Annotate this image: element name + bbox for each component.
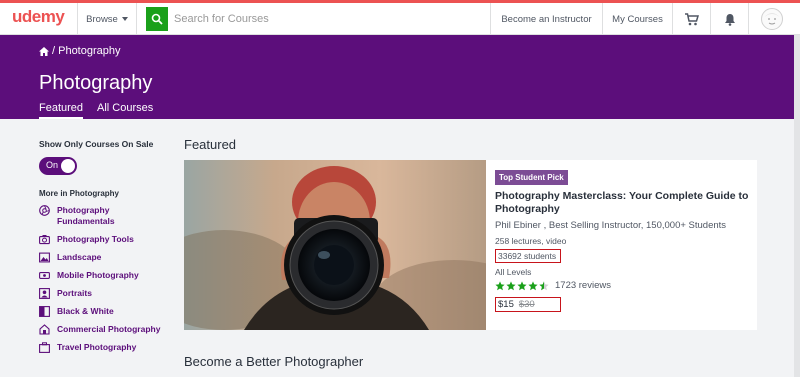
become-instructor-link[interactable]: Become an Instructor — [490, 3, 602, 35]
browse-label: Browse — [86, 13, 118, 25]
course-rating: 1723 reviews — [495, 280, 750, 291]
sidebar-item-label: Mobile Photography — [57, 270, 139, 280]
my-courses-label: My Courses — [612, 13, 663, 25]
sidebar-item-label: Landscape — [57, 252, 102, 262]
course-thumbnail[interactable] — [184, 160, 486, 330]
star-icon — [495, 280, 505, 290]
sidebar-item-label: Photography Fundamentals — [57, 205, 115, 226]
course-info: Top Student Pick Photography Masterclass… — [495, 167, 750, 312]
sidebar-item-mobile-photography[interactable]: Mobile Photography — [39, 270, 169, 281]
sidebar-item-portraits[interactable]: Portraits — [39, 288, 169, 299]
course-meta: 258 lectures, video — [495, 236, 567, 246]
course-title[interactable]: Photography Masterclass: Your Complete G… — [495, 190, 750, 216]
search-input[interactable] — [168, 7, 488, 31]
original-price: $30 — [518, 299, 535, 310]
review-count: 1723 reviews — [555, 280, 611, 291]
course-level: All Levels — [495, 267, 532, 277]
top-pick-badge: Top Student Pick — [495, 170, 568, 185]
top-nav-bar: udemy Browse Become an Instructor My Cou… — [0, 0, 800, 35]
half-star-icon — [539, 280, 549, 290]
sidebar-item-travel-photography[interactable]: Travel Photography — [39, 342, 169, 353]
page-scrollbar[interactable] — [794, 35, 800, 377]
travel-icon — [39, 342, 50, 353]
chevron-down-icon — [121, 17, 128, 21]
portrait-icon — [39, 288, 50, 299]
sidebar-item-photography-tools[interactable]: Photography Tools — [39, 234, 169, 245]
featured-heading: Featured — [184, 137, 237, 152]
star-icon — [506, 280, 516, 290]
sidebar: Show Only Courses On Sale On More in Pho… — [39, 139, 169, 353]
star-icon — [517, 280, 527, 290]
user-avatar-button[interactable] — [748, 3, 794, 35]
sidebar-item-label: Portraits — [57, 288, 92, 298]
section-heading: Become a Better Photographer — [184, 354, 364, 369]
avatar-icon — [760, 8, 783, 30]
mobile-icon — [39, 272, 50, 279]
course-instructor: Phil Ebiner , Best Selling Instructor, 1… — [495, 220, 727, 231]
search-button[interactable] — [146, 7, 168, 31]
sidebar-item-black-white[interactable]: Black & White — [39, 306, 169, 317]
cart-button[interactable] — [672, 3, 710, 35]
toggle-knob — [61, 159, 75, 173]
rating-stars — [495, 280, 549, 291]
sidebar-item-label: Photography Tools — [57, 234, 134, 244]
price-box: $15 $30 — [495, 297, 561, 312]
current-price: $15 — [498, 299, 514, 310]
commercial-icon — [39, 324, 50, 335]
udemy-logo[interactable]: udemy — [12, 7, 65, 27]
student-count: 33692 students — [495, 249, 561, 263]
featured-course-card[interactable]: Top Student Pick Photography Masterclass… — [184, 160, 757, 330]
sidebar-item-label: Travel Photography — [57, 342, 137, 352]
toggle-label: On — [46, 160, 59, 170]
sidebar-item-label: Black & White — [57, 306, 114, 316]
category-hero: / Photography Photography Featured All C… — [0, 35, 800, 119]
star-icon — [528, 280, 538, 290]
photographer-image — [184, 160, 486, 330]
landscape-icon — [39, 252, 50, 263]
cart-icon — [684, 12, 699, 25]
subcategory-title: More in Photography — [39, 189, 119, 198]
home-icon[interactable] — [39, 46, 49, 56]
contrast-icon — [39, 306, 50, 317]
browse-menu[interactable]: Browse — [77, 3, 137, 35]
tab-featured[interactable]: Featured — [39, 102, 84, 119]
tab-all-courses[interactable]: All Courses — [97, 102, 153, 114]
breadcrumb: / Photography — [39, 45, 121, 57]
camera-icon — [39, 235, 50, 245]
become-instructor-label: Become an Instructor — [501, 13, 592, 25]
my-courses-link[interactable]: My Courses — [602, 3, 672, 35]
bell-icon — [724, 13, 735, 26]
sidebar-item-commercial-photography[interactable]: Commercial Photography — [39, 324, 169, 335]
sale-toggle[interactable]: On — [39, 157, 77, 175]
sale-filter-title: Show Only Courses On Sale — [39, 139, 154, 149]
breadcrumb-current: / Photography — [52, 45, 121, 57]
page-title: Photography — [39, 72, 153, 94]
notifications-button[interactable] — [710, 3, 748, 35]
sidebar-item-label: Commercial Photography — [57, 324, 161, 334]
sidebar-item-photography-fundamentals[interactable]: Photography Fundamentals — [39, 205, 169, 227]
aperture-icon — [39, 205, 50, 216]
sidebar-item-landscape[interactable]: Landscape — [39, 252, 169, 263]
search-icon — [151, 13, 163, 25]
